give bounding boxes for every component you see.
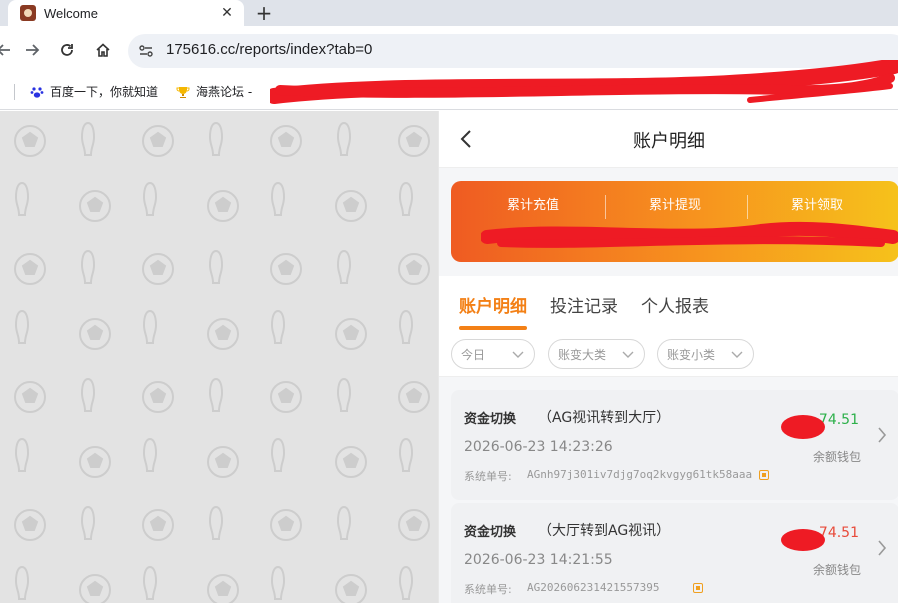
tab-account-details[interactable]: 账户明细 xyxy=(459,292,527,317)
transaction-type: 资金切换 xyxy=(464,525,517,540)
chevron-right-icon xyxy=(878,427,887,443)
serial-label: 系统单号: xyxy=(464,470,512,483)
filter-date-dropdown[interactable]: 今日 xyxy=(451,339,535,369)
copy-icon[interactable] xyxy=(693,583,703,593)
forward-arrow-icon[interactable] xyxy=(20,38,44,62)
wallet-label: 余额钱包 xyxy=(812,563,861,577)
wallet-label: 余额钱包 xyxy=(812,450,861,464)
browser-tab-strip: Welcome ✕ + xyxy=(0,0,898,26)
transaction-type: 资金切换 xyxy=(464,412,517,427)
chevron-down-icon xyxy=(512,351,524,358)
bookmark-haiyan[interactable]: 海燕论坛 - xyxy=(176,83,252,100)
fifa-pattern-background xyxy=(0,111,438,603)
active-tab-indicator xyxy=(459,326,527,330)
redaction-scribble xyxy=(781,529,825,551)
bookmark-label: 百度一下，你就知道 xyxy=(50,85,159,99)
stat-total-claimed: 累计领取 xyxy=(790,198,843,213)
url-text[interactable]: 175616.cc/reports/index?tab=0 xyxy=(166,41,372,58)
site-info-icon[interactable] xyxy=(138,43,154,63)
redaction-scribble xyxy=(270,60,898,104)
filter-label: 账变小类 xyxy=(667,347,716,362)
new-tab-plus-icon[interactable]: + xyxy=(252,1,276,25)
filter-label: 今日 xyxy=(461,347,486,362)
transaction-card[interactable]: 资金切换 （AG视讯转到大厅） 2026-06-23 14:23:26 系统单号… xyxy=(451,390,898,500)
page-header: 账户明细 xyxy=(439,111,898,168)
bookmark-label: 海燕论坛 - xyxy=(196,85,253,99)
filter-bar: 今日 账变大类 账变小类 xyxy=(439,331,898,377)
redaction-scribble xyxy=(481,221,898,248)
copy-icon[interactable] xyxy=(759,470,769,480)
transaction-card[interactable]: 资金切换 （大厅转到AG视讯） 2026-06-23 14:21:55 系统单号… xyxy=(451,503,898,603)
transaction-desc: （大厅转到AG视讯） xyxy=(538,523,671,539)
redaction-scribble xyxy=(781,415,825,439)
serial-label: 系统单号: xyxy=(464,583,512,596)
bookmarks-bar: 百度一下，你就知道 海燕论坛 - xyxy=(0,60,898,110)
back-arrow-icon[interactable] xyxy=(0,38,16,62)
transaction-time: 2026-06-23 14:23:26 xyxy=(464,439,613,455)
filter-category-dropdown[interactable]: 账变大类 xyxy=(548,339,645,369)
transaction-desc: （AG视讯转到大厅） xyxy=(538,410,671,426)
bookmarks-divider xyxy=(14,84,15,100)
browser-tab[interactable]: Welcome ✕ xyxy=(8,0,244,26)
serial-number: AGnh97j301iv7djg7oq2kvgyg61tk58aaa xyxy=(527,468,753,481)
bookmark-baidu[interactable]: 百度一下，你就知道 xyxy=(30,83,158,100)
stat-total-withdraw: 累计提现 xyxy=(648,198,701,213)
reload-icon[interactable] xyxy=(55,38,79,62)
transaction-time: 2026-06-23 14:21:55 xyxy=(464,552,613,568)
filter-label: 账变大类 xyxy=(558,347,607,362)
tab-title: Welcome xyxy=(44,5,98,21)
summary-banner: 累计充值 累计提现 累计领取 xyxy=(451,181,898,262)
baidu-paw-icon xyxy=(30,86,44,98)
chevron-right-icon xyxy=(878,540,887,556)
site-favicon-icon xyxy=(20,5,36,21)
chevron-down-icon xyxy=(622,351,634,358)
stat-total-deposit: 累计充值 xyxy=(506,198,559,213)
page-title: 账户明细 xyxy=(633,131,705,152)
chevron-down-icon xyxy=(731,351,743,358)
soccer-ball-pattern-icon xyxy=(0,111,438,603)
tabs-bar: 账户明细 投注记录 个人报表 xyxy=(439,276,898,331)
filter-subcategory-dropdown[interactable]: 账变小类 xyxy=(657,339,754,369)
trophy-icon xyxy=(176,86,190,98)
home-icon[interactable] xyxy=(91,38,115,62)
tab-bet-records[interactable]: 投注记录 xyxy=(550,292,618,317)
serial-number: AG202606231421557395 xyxy=(527,581,660,594)
close-icon[interactable]: ✕ xyxy=(216,5,238,21)
account-details-panel: 账户明细 累计充值 累计提现 累计领取 账户明细 投注记录 个人报表 今日 账变… xyxy=(438,111,898,603)
tab-personal-report[interactable]: 个人报表 xyxy=(641,292,709,317)
